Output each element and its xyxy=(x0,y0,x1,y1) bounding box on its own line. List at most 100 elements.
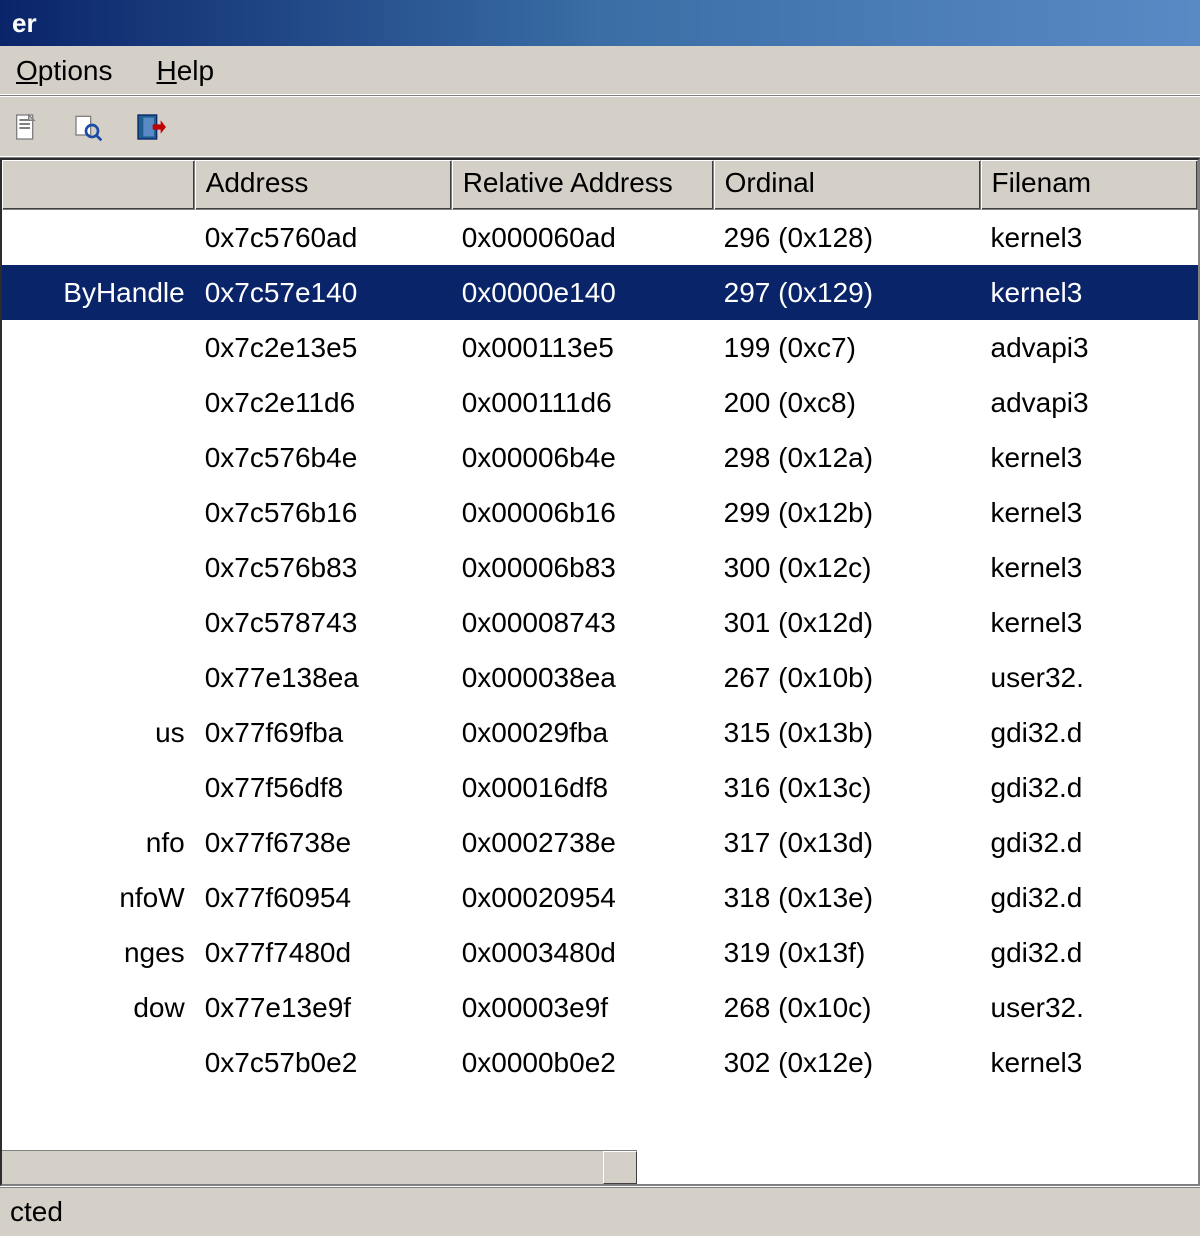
cell-ordinal: 199 (0xc7) xyxy=(714,328,981,368)
menu-help[interactable]: Help xyxy=(149,51,223,91)
cell-ordinal: 317 (0x13d) xyxy=(714,823,981,863)
cell-name: nges xyxy=(2,933,195,973)
cell-ordinal: 299 (0x12b) xyxy=(714,493,981,533)
column-header-ordinal[interactable]: Ordinal xyxy=(714,160,981,210)
table-row[interactable]: 0x7c576b4e0x00006b4e298 (0x12a)kernel3 xyxy=(2,430,1198,485)
cell-filename: advapi3 xyxy=(981,328,1199,368)
table-row[interactable]: dow0x77e13e9f0x00003e9f268 (0x10c)user32… xyxy=(2,980,1198,1035)
cell-ordinal: 267 (0x10b) xyxy=(714,658,981,698)
cell-ordinal: 300 (0x12c) xyxy=(714,548,981,588)
cell-address: 0x77f56df8 xyxy=(195,768,452,808)
cell-filename: gdi32.d xyxy=(981,713,1199,753)
cell-filename: kernel3 xyxy=(981,438,1199,478)
cell-filename: gdi32.d xyxy=(981,768,1199,808)
cell-filename: kernel3 xyxy=(981,1043,1199,1083)
cell-filename: gdi32.d xyxy=(981,933,1199,973)
document-icon[interactable] xyxy=(6,107,46,147)
list-view[interactable]: Address Relative Address Ordinal Filenam… xyxy=(0,158,1200,1186)
cell-name xyxy=(2,454,195,462)
table-row[interactable]: 0x7c57b0e20x0000b0e2302 (0x12e)kernel3 xyxy=(2,1035,1198,1090)
cell-relative-address: 0x00006b16 xyxy=(452,493,714,533)
table-row[interactable]: 0x7c2e13e50x000113e5199 (0xc7)advapi3 xyxy=(2,320,1198,375)
table-row[interactable]: 0x7c2e11d60x000111d6200 (0xc8)advapi3 xyxy=(2,375,1198,430)
cell-filename: user32. xyxy=(981,988,1199,1028)
cell-relative-address: 0x00016df8 xyxy=(452,768,714,808)
menu-bar: Options Help xyxy=(0,46,1200,96)
table-row[interactable]: us0x77f69fba0x00029fba315 (0x13b)gdi32.d xyxy=(2,705,1198,760)
cell-name xyxy=(2,234,195,242)
column-header-name[interactable] xyxy=(2,160,195,210)
cell-relative-address: 0x0003480d xyxy=(452,933,714,973)
cell-ordinal: 318 (0x13e) xyxy=(714,878,981,918)
cell-ordinal: 301 (0x12d) xyxy=(714,603,981,643)
cell-filename: kernel3 xyxy=(981,548,1199,588)
cell-ordinal: 302 (0x12e) xyxy=(714,1043,981,1083)
cell-filename: gdi32.d xyxy=(981,878,1199,918)
cell-address: 0x7c576b16 xyxy=(195,493,452,533)
cell-address: 0x7c576b4e xyxy=(195,438,452,478)
cell-name: us xyxy=(2,713,195,753)
exit-icon[interactable] xyxy=(130,107,170,147)
table-row[interactable]: ByHandle0x7c57e1400x0000e140297 (0x129)k… xyxy=(2,265,1198,320)
cell-filename: kernel3 xyxy=(981,273,1199,313)
cell-name xyxy=(2,509,195,517)
cell-name xyxy=(2,344,195,352)
table-row[interactable]: 0x77e138ea0x000038ea267 (0x10b)user32. xyxy=(2,650,1198,705)
table-row[interactable]: 0x7c576b830x00006b83300 (0x12c)kernel3 xyxy=(2,540,1198,595)
column-header-address[interactable]: Address xyxy=(195,160,452,210)
cell-relative-address: 0x00006b4e xyxy=(452,438,714,478)
cell-address: 0x77f6738e xyxy=(195,823,452,863)
cell-filename: gdi32.d xyxy=(981,823,1199,863)
cell-address: 0x7c2e13e5 xyxy=(195,328,452,368)
cell-name xyxy=(2,784,195,792)
cell-name: dow xyxy=(2,988,195,1028)
cell-relative-address: 0x00008743 xyxy=(452,603,714,643)
horizontal-scrollbar[interactable] xyxy=(2,1150,637,1184)
column-headers: Address Relative Address Ordinal Filenam xyxy=(2,160,1198,210)
window-title: er xyxy=(12,8,37,39)
cell-relative-address: 0x00003e9f xyxy=(452,988,714,1028)
cell-address: 0x7c578743 xyxy=(195,603,452,643)
status-text: cted xyxy=(10,1196,63,1228)
table-row[interactable]: nfo0x77f6738e0x0002738e317 (0x13d)gdi32.… xyxy=(2,815,1198,870)
cell-name xyxy=(2,674,195,682)
status-bar: cted xyxy=(0,1186,1200,1236)
scroll-right-icon[interactable] xyxy=(603,1151,637,1184)
cell-ordinal: 298 (0x12a) xyxy=(714,438,981,478)
table-row[interactable]: 0x7c5760ad0x000060ad296 (0x128)kernel3 xyxy=(2,210,1198,265)
column-header-filename[interactable]: Filenam xyxy=(981,160,1199,210)
cell-address: 0x7c576b83 xyxy=(195,548,452,588)
cell-address: 0x77f69fba xyxy=(195,713,452,753)
cell-filename: kernel3 xyxy=(981,218,1199,258)
cell-relative-address: 0x0000b0e2 xyxy=(452,1043,714,1083)
cell-ordinal: 297 (0x129) xyxy=(714,273,981,313)
cell-name xyxy=(2,399,195,407)
cell-address: 0x7c2e11d6 xyxy=(195,383,452,423)
menu-options[interactable]: Options xyxy=(8,51,121,91)
table-row[interactable]: nges0x77f7480d0x0003480d319 (0x13f)gdi32… xyxy=(2,925,1198,980)
column-header-relative-address[interactable]: Relative Address xyxy=(452,160,714,210)
cell-name: nfo xyxy=(2,823,195,863)
cell-address: 0x77e13e9f xyxy=(195,988,452,1028)
cell-filename: advapi3 xyxy=(981,383,1199,423)
cell-ordinal: 296 (0x128) xyxy=(714,218,981,258)
title-bar: er xyxy=(0,0,1200,46)
cell-relative-address: 0x00006b83 xyxy=(452,548,714,588)
table-row[interactable]: nfoW0x77f609540x00020954318 (0x13e)gdi32… xyxy=(2,870,1198,925)
cell-ordinal: 316 (0x13c) xyxy=(714,768,981,808)
table-row[interactable]: 0x7c576b160x00006b16299 (0x12b)kernel3 xyxy=(2,485,1198,540)
cell-relative-address: 0x00020954 xyxy=(452,878,714,918)
cell-name xyxy=(2,619,195,627)
table-row[interactable]: 0x77f56df80x00016df8316 (0x13c)gdi32.d xyxy=(2,760,1198,815)
cell-address: 0x7c57b0e2 xyxy=(195,1043,452,1083)
cell-address: 0x7c5760ad xyxy=(195,218,452,258)
table-row[interactable]: 0x7c5787430x00008743301 (0x12d)kernel3 xyxy=(2,595,1198,650)
cell-address: 0x77e138ea xyxy=(195,658,452,698)
cell-relative-address: 0x000111d6 xyxy=(452,383,714,423)
cell-ordinal: 315 (0x13b) xyxy=(714,713,981,753)
cell-address: 0x7c57e140 xyxy=(195,273,452,313)
cell-filename: kernel3 xyxy=(981,493,1199,533)
cell-address: 0x77f60954 xyxy=(195,878,452,918)
find-icon[interactable] xyxy=(68,107,108,147)
cell-name xyxy=(2,1059,195,1067)
